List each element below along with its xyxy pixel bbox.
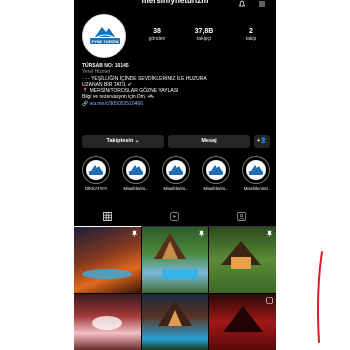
followers-label: takipçi — [196, 36, 212, 42]
highlight-logo-icon — [246, 160, 266, 180]
post-grid — [74, 227, 276, 350]
highlight-label: Misafirlerim... — [123, 186, 149, 191]
posts-stat[interactable]: 38 gönderi — [134, 28, 180, 42]
highlight-item[interactable]: Misafirlerim... — [118, 156, 154, 191]
highlight-ring — [242, 156, 270, 184]
highlight-item[interactable]: Misafirlerimiz — [238, 156, 274, 191]
bio-link[interactable]: 🔗 wa.me/c/905052510466 — [82, 101, 272, 107]
followers-count: 37,8B — [194, 28, 214, 35]
highlight-ring — [202, 156, 230, 184]
profile-stats: 38 gönderi 37,8B takipçi 2 takip — [134, 28, 274, 50]
tab-grid[interactable] — [74, 208, 141, 227]
highlight-item[interactable]: Misafirlerim... — [198, 156, 234, 191]
highlight-ring — [122, 156, 150, 184]
highlight-logo-icon — [166, 160, 186, 180]
highlight-logo-icon — [126, 160, 146, 180]
highlight-ring — [162, 156, 190, 184]
highlight-logo-icon — [86, 160, 106, 180]
post-thumbnail[interactable] — [74, 294, 141, 350]
red-annotation-stroke — [317, 251, 323, 343]
grid-icon — [103, 212, 112, 221]
following-label: takip — [245, 36, 257, 42]
post-thumbnail[interactable] — [142, 227, 208, 293]
a-frame-house-icon — [154, 233, 186, 259]
reel-icon — [266, 297, 273, 304]
profile-avatar[interactable]: FYNE TURİZM — [82, 14, 126, 58]
posts-count: 38 — [153, 28, 161, 35]
post-thumbnail[interactable] — [74, 227, 141, 293]
profile-bio: TÜRSAB NO: 10145 Yerel Hizmet - - - YEŞİ… — [82, 63, 272, 107]
notification-bell-icon[interactable] — [238, 0, 246, 8]
highlight-label: Misafirlerimiz — [243, 186, 269, 191]
message-button[interactable]: Mesaj — [168, 135, 250, 148]
pool-glow — [82, 269, 132, 279]
highlight-item[interactable]: Misafirlerim... — [158, 156, 194, 191]
pinned-icon — [198, 230, 205, 237]
avatar-logo-text: FYNE TURİZM — [92, 39, 120, 44]
roof-icon — [223, 306, 263, 332]
post-thumbnail[interactable] — [209, 294, 276, 350]
highlight-label: Misafirlerim... — [203, 186, 229, 191]
post-thumbnail[interactable] — [209, 227, 276, 293]
top-bar: mersinfyneturizm — [74, 0, 276, 12]
following-button[interactable]: Takiptesin ⌄ — [82, 135, 164, 148]
highlight-logo-icon — [206, 160, 226, 180]
tagged-user-icon — [237, 212, 246, 221]
profile-tabs — [74, 208, 276, 227]
decor-table — [92, 316, 122, 330]
following-stat[interactable]: 2 takip — [228, 28, 274, 42]
tab-tagged[interactable] — [208, 208, 275, 226]
cabin-icon — [221, 241, 261, 269]
add-person-button[interactable]: +👤 — [254, 135, 270, 148]
instagram-profile-screen: mersinfyneturizm FYNE TURİZM 38 gönderi … — [74, 0, 276, 350]
tab-reels[interactable] — [141, 208, 208, 226]
highlight-label: Misafirlerim... — [163, 186, 189, 191]
pinned-icon — [131, 230, 138, 237]
post-thumbnail[interactable] — [142, 294, 208, 350]
highlight-label: DİKKAT!!!!!! — [85, 186, 107, 191]
a-frame-house-icon — [158, 300, 192, 326]
menu-icon[interactable] — [258, 0, 266, 8]
highlight-ring — [82, 156, 110, 184]
brand-logo-icon: FYNE TURİZM — [83, 15, 125, 57]
story-highlights: DİKKAT!!!!!! Misafirlerim... Misafirleri… — [74, 156, 276, 198]
posts-label: gönderi — [148, 36, 166, 42]
highlight-item[interactable]: DİKKAT!!!!!! — [78, 156, 114, 191]
pinned-icon — [266, 230, 273, 237]
pool-area — [162, 269, 198, 279]
followers-stat[interactable]: 37,8B takipçi — [181, 28, 227, 42]
following-count: 2 — [249, 28, 253, 35]
reels-icon — [170, 212, 179, 221]
